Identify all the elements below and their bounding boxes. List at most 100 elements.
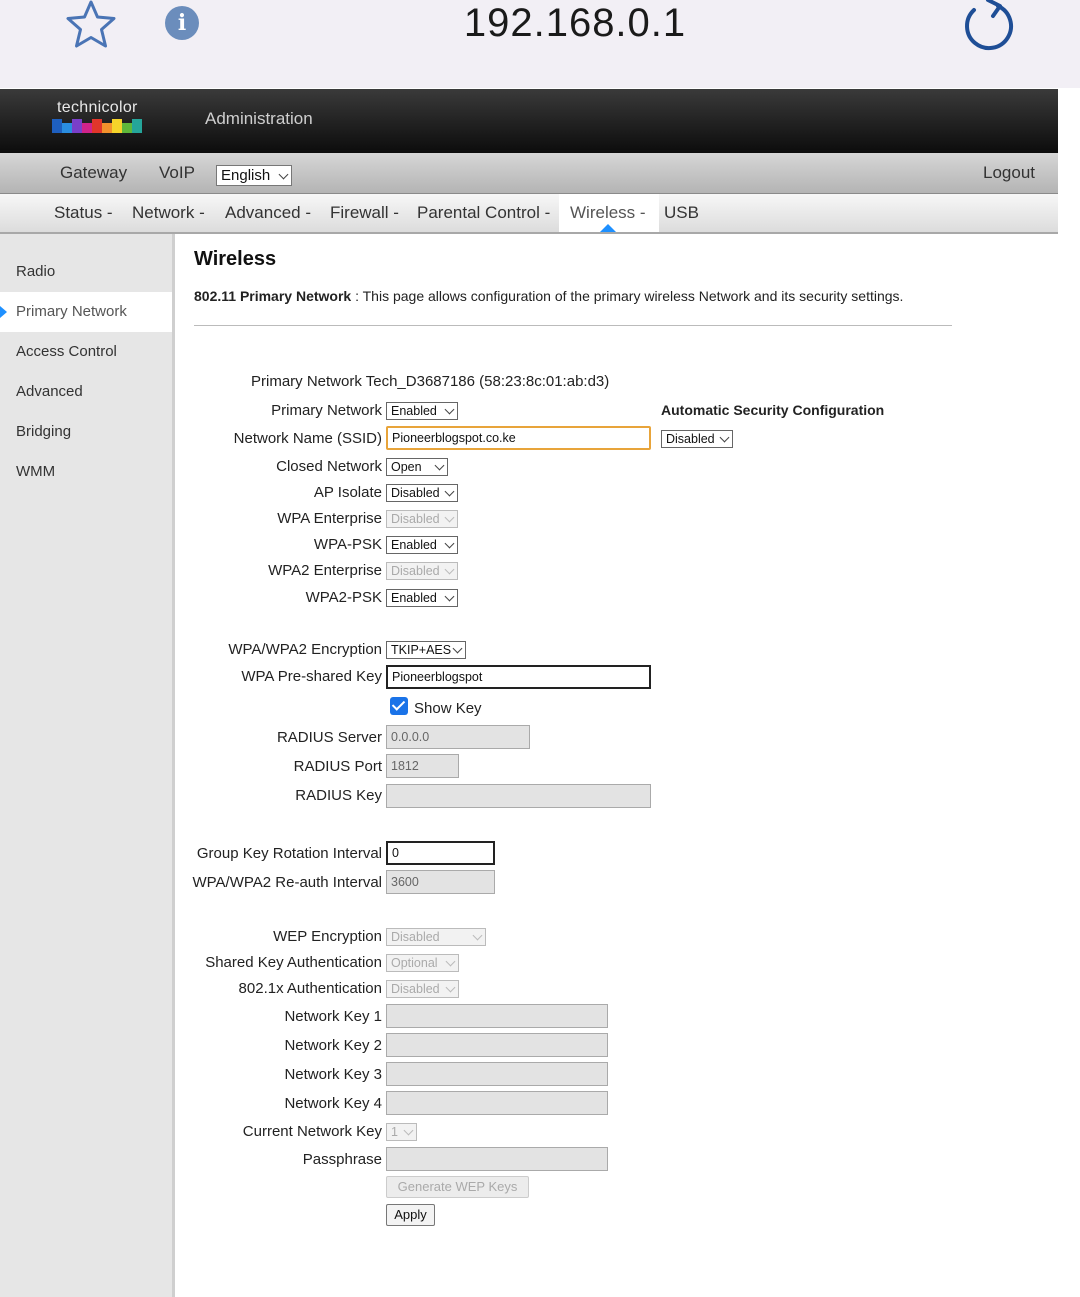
encryption-value: TKIP+AES — [391, 643, 452, 657]
chevron-down-icon — [719, 432, 730, 443]
chevron-down-icon — [444, 591, 455, 602]
group-key-input[interactable]: 0 — [386, 841, 495, 865]
ap-isolate-label: AP Isolate — [313, 484, 382, 501]
radius-port-input: 1812 — [386, 754, 459, 778]
chevron-down-icon — [444, 512, 455, 523]
tab-usb[interactable]: USB — [664, 203, 699, 223]
auto-security-select[interactable]: Disabled — [661, 430, 733, 448]
chevron-down-icon — [452, 643, 463, 654]
sidebar-item-wmm[interactable]: WMM — [16, 463, 55, 480]
passphrase-label: Passphrase — [302, 1151, 382, 1168]
wpa2-enterprise-value: Disabled — [391, 564, 440, 578]
wpa-enterprise-value: Disabled — [391, 512, 440, 526]
primary-network-value: Enabled — [391, 404, 437, 418]
sidebar-item-access-control[interactable]: Access Control — [16, 343, 117, 360]
auto-security-label: Automatic Security Configuration — [661, 402, 885, 418]
ssid-input[interactable]: Pioneerblogspot.co.ke — [386, 426, 651, 450]
brand-logo-stripe — [52, 119, 142, 133]
sidebar-item-advanced[interactable]: Advanced — [16, 383, 83, 400]
network-key-4-label: Network Key 4 — [284, 1095, 382, 1112]
url-text[interactable]: 192.168.0.1 — [0, 0, 1080, 46]
radius-port-label: RADIUS Port — [293, 758, 382, 775]
closed-network-select[interactable]: Open — [386, 458, 448, 476]
tab-firewall[interactable]: Firewall - — [330, 203, 399, 223]
tab-status[interactable]: Status - — [54, 203, 113, 223]
logout-link[interactable]: Logout — [983, 163, 1035, 183]
network-key-1-label: Network Key 1 — [284, 1008, 382, 1025]
header-title: Administration — [205, 109, 313, 128]
sidebar-item-radio[interactable]: Radio — [16, 263, 55, 280]
show-key-label: Show Key — [414, 700, 482, 717]
show-key-checkbox[interactable] — [390, 697, 408, 715]
nav-gateway[interactable]: Gateway — [60, 163, 127, 183]
tab-wireless[interactable]: Wireless - — [570, 203, 646, 223]
wpa2-psk-select[interactable]: Enabled — [386, 589, 458, 607]
network-key-1-input — [386, 1004, 608, 1028]
description-title: 802.11 Primary Network — [194, 288, 352, 304]
network-key-3-input — [386, 1062, 608, 1086]
chevron-down-icon — [445, 982, 456, 993]
apply-button[interactable]: Apply — [386, 1204, 435, 1226]
tab-network[interactable]: Network - — [132, 203, 205, 223]
logo-stripe-segment — [62, 123, 72, 133]
closed-network-label: Closed Network — [276, 458, 382, 475]
ap-isolate-value: Disabled — [391, 486, 440, 500]
tab-parental-control[interactable]: Parental Control - — [417, 203, 550, 223]
language-select[interactable]: English — [216, 165, 292, 186]
current-key-value: 1 — [391, 1125, 398, 1139]
logo-stripe-segment — [52, 119, 62, 133]
network-key-2-label: Network Key 2 — [284, 1037, 382, 1054]
logo-stripe-segment — [132, 119, 142, 133]
primary-network-label: Primary Network — [271, 402, 382, 419]
reauth-label: WPA/WPA2 Re-auth Interval — [192, 874, 382, 891]
wpa2-enterprise-label: WPA2 Enterprise — [268, 562, 382, 579]
wpa-psk-label: WPA-PSK — [313, 536, 382, 553]
radius-key-input — [386, 784, 651, 808]
shared-key-auth-label: Shared Key Authentication — [205, 954, 382, 971]
logo-stripe-segment — [72, 119, 82, 133]
dot1x-auth-value: Disabled — [391, 982, 440, 996]
network-header: Primary Network Tech_D3687186 (58:23:8c:… — [251, 373, 610, 390]
group-key-label: Group Key Rotation Interval — [196, 845, 382, 862]
psk-input[interactable]: Pioneerblogspot — [386, 665, 651, 689]
ap-isolate-select[interactable]: Disabled — [386, 484, 458, 502]
wep-encryption-value: Disabled — [391, 930, 440, 944]
wpa-psk-select[interactable]: Enabled — [386, 536, 458, 554]
active-tab-caret — [600, 224, 616, 232]
dot1x-auth-select: Disabled — [386, 980, 459, 998]
wpa-enterprise-select: Disabled — [386, 510, 458, 528]
logo-stripe-segment — [102, 123, 112, 133]
network-key-3-label: Network Key 3 — [284, 1066, 382, 1083]
encryption-select[interactable]: TKIP+AES — [386, 641, 466, 659]
sidebar-item-primary-network[interactable]: Primary Network — [16, 303, 127, 320]
sub-nav: Status - Network - Advanced - Firewall -… — [0, 194, 1058, 234]
wpa-enterprise-label: WPA Enterprise — [277, 510, 382, 527]
chevron-down-icon — [444, 404, 455, 415]
chevron-down-icon — [434, 460, 445, 471]
closed-network-value: Open — [391, 460, 422, 474]
tab-advanced[interactable]: Advanced - — [225, 203, 311, 223]
reauth-input: 3600 — [386, 870, 495, 894]
reload-icon[interactable] — [960, 0, 1018, 52]
page-description: 802.11 Primary Network : This page allow… — [194, 288, 903, 304]
logo-stripe-segment — [112, 119, 122, 133]
radius-key-label: RADIUS Key — [295, 787, 382, 804]
radius-server-label: RADIUS Server — [276, 729, 382, 746]
generate-wep-keys-button: Generate WEP Keys — [386, 1176, 529, 1198]
chevron-down-icon — [472, 930, 483, 941]
psk-label: WPA Pre-shared Key — [241, 668, 382, 685]
top-nav: Gateway VoIP English Logout — [0, 153, 1058, 194]
description-text: : This page allows configuration of the … — [351, 288, 904, 304]
sidebar-item-bridging[interactable]: Bridging — [16, 423, 71, 440]
chevron-down-icon — [444, 486, 455, 497]
wep-encryption-select: Disabled — [386, 928, 486, 946]
primary-network-select[interactable]: Enabled — [386, 402, 458, 420]
nav-voip[interactable]: VoIP — [159, 163, 195, 183]
wpa2-psk-value: Enabled — [391, 591, 437, 605]
wpa2-psk-label: WPA2-PSK — [305, 589, 382, 606]
chevron-down-icon — [444, 564, 455, 575]
browser-toolbar: i 192.168.0.1 — [0, 0, 1080, 88]
chevron-down-icon — [445, 956, 456, 967]
shared-key-auth-select: Optional — [386, 954, 459, 972]
radius-server-input: 0.0.0.0 — [386, 725, 530, 749]
